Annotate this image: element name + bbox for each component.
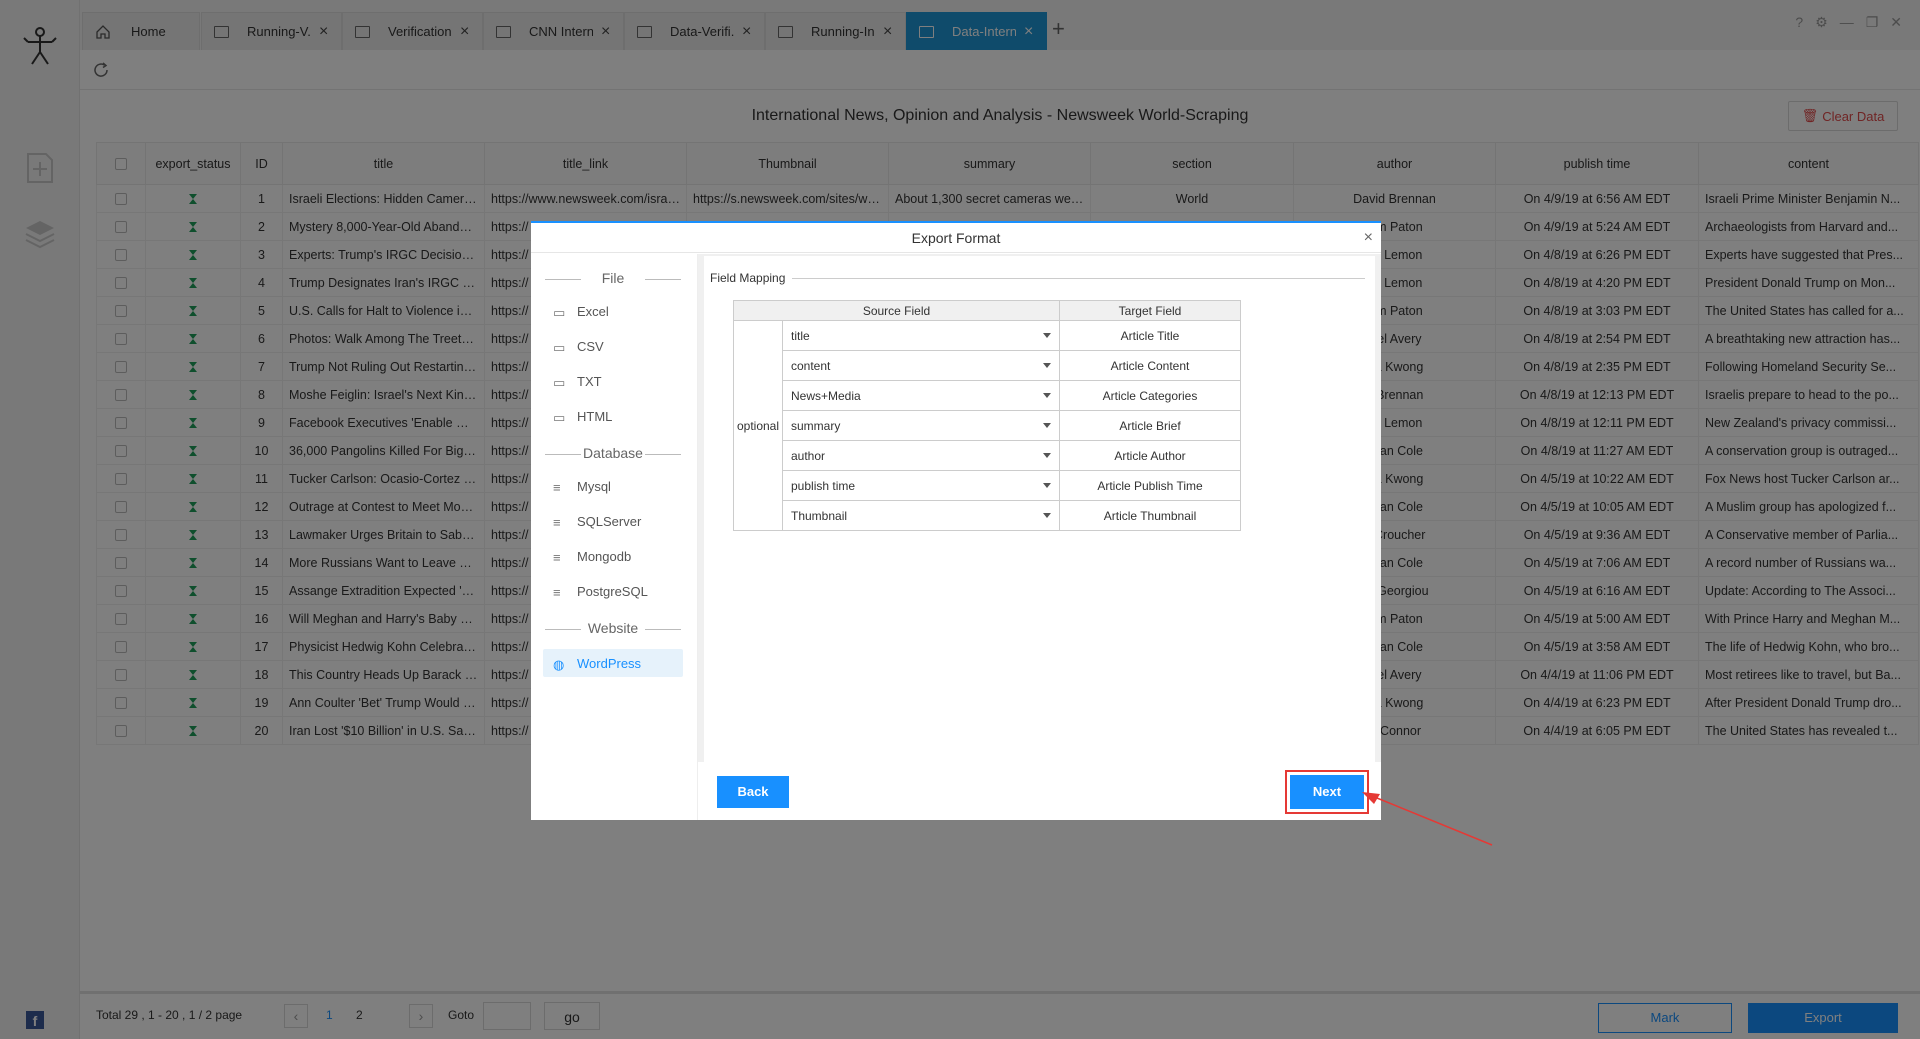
source-field-value: publish time <box>791 478 856 493</box>
format-sidebar: File ▭ Excel ▭ CSV ▭ TXT ▭ HTML Database ≡ My… <box>531 254 698 820</box>
format-label: WordPress <box>577 655 642 671</box>
database-icon: ≡ <box>553 585 561 600</box>
close-icon[interactable]: × <box>1364 223 1373 253</box>
mapping-row: publish time Article Publish Time <box>734 470 1241 501</box>
format-html[interactable]: ▭ HTML <box>543 402 683 430</box>
back-button[interactable]: Back <box>717 776 789 808</box>
source-field-value: title <box>791 328 810 343</box>
dropdown-arrow-icon <box>1043 423 1051 428</box>
target-field: Article Author <box>1059 440 1241 471</box>
source-field-select[interactable]: News+Media <box>782 380 1060 411</box>
mapping-row: News+Media Article Categories <box>734 380 1241 411</box>
source-field-value: News+Media <box>791 388 861 403</box>
dialog-footer: Back Next <box>698 762 1381 820</box>
source-field-value: summary <box>791 418 841 433</box>
format-excel[interactable]: ▭ Excel <box>543 297 683 325</box>
target-field: Article Thumbnail <box>1059 500 1241 531</box>
divider <box>792 278 1365 279</box>
target-field: Article Categories <box>1059 380 1241 411</box>
dropdown-arrow-icon <box>1043 513 1051 518</box>
file-icon: ▭ <box>553 340 566 355</box>
section-website: Website <box>543 620 683 636</box>
mapping-row: content Article Content <box>734 350 1241 381</box>
globe-icon: ◍ <box>553 657 565 672</box>
target-field: Article Brief <box>1059 410 1241 441</box>
format-label: HTML <box>577 408 613 424</box>
mapping-row: optional title Article Title <box>733 320 1241 531</box>
source-field-select[interactable]: author <box>782 440 1060 471</box>
format-postgresql[interactable]: ≡ PostgreSQL <box>543 577 683 605</box>
mapping-row: author Article Author <box>734 440 1241 471</box>
dropdown-arrow-icon <box>1043 483 1051 488</box>
dropdown-arrow-icon <box>1043 393 1051 398</box>
source-field-select[interactable]: publish time <box>782 470 1060 501</box>
next-button-highlight: Next <box>1285 770 1369 814</box>
source-field-select[interactable]: title <box>782 320 1060 351</box>
dropdown-arrow-icon <box>1043 363 1051 368</box>
target-field: Article Title <box>1059 320 1241 351</box>
target-field: Article Publish Time <box>1059 470 1241 501</box>
export-format-dialog: Export Format × File ▭ Excel ▭ CSV ▭ TXT ▭ H… <box>531 221 1381 820</box>
format-label: SQLServer <box>577 513 642 529</box>
source-field-select[interactable]: content <box>782 350 1060 381</box>
dialog-title-bar: Export Format × <box>531 223 1381 253</box>
format-sqlserver[interactable]: ≡ SQLServer <box>543 507 683 535</box>
dialog-title: Export Format <box>911 230 1001 246</box>
format-label: Excel <box>577 303 609 319</box>
source-field-value: content <box>791 358 831 373</box>
source-field-value: author <box>791 448 826 463</box>
dropdown-arrow-icon <box>1043 333 1051 338</box>
optional-label: optional <box>733 320 783 531</box>
format-label: TXT <box>577 373 602 389</box>
mapping-area: Field Mapping Source Field Target Field … <box>698 254 1381 820</box>
mapping-header-row: Source Field Target Field <box>733 300 1241 321</box>
source-field-value: Thumbnail <box>791 508 848 523</box>
database-icon: ≡ <box>553 550 561 565</box>
section-database: Database <box>543 445 683 461</box>
mapping-row: Thumbnail Article Thumbnail <box>734 500 1241 531</box>
field-mapping-table: Source Field Target Field optional title A… <box>733 300 1241 531</box>
source-field-select[interactable]: Thumbnail <box>782 500 1060 531</box>
section-file: File <box>543 270 683 286</box>
format-csv[interactable]: ▭ CSV <box>543 332 683 360</box>
database-icon: ≡ <box>553 515 561 530</box>
format-label: CSV <box>577 338 604 354</box>
mapping-panel: Field Mapping Source Field Target Field … <box>704 256 1375 764</box>
dropdown-arrow-icon <box>1043 453 1051 458</box>
target-field: Article Content <box>1059 350 1241 381</box>
mapping-row: summary Article Brief <box>734 410 1241 441</box>
format-wordpress[interactable]: ◍ WordPress <box>543 649 683 677</box>
file-icon: ▭ <box>553 410 566 425</box>
format-label: PostgreSQL <box>577 583 648 599</box>
target-field-header: Target Field <box>1059 300 1241 321</box>
source-field-header: Source Field <box>733 300 1060 321</box>
format-mysql[interactable]: ≡ Mysql <box>543 472 683 500</box>
database-icon: ≡ <box>553 480 561 495</box>
file-icon: ▭ <box>553 375 566 390</box>
format-mongodb[interactable]: ≡ Mongodb <box>543 542 683 570</box>
next-button[interactable]: Next <box>1290 775 1364 809</box>
format-label: Mongodb <box>577 548 632 564</box>
field-mapping-title: Field Mapping <box>710 271 786 285</box>
file-icon: ▭ <box>553 305 566 320</box>
format-label: Mysql <box>577 478 611 494</box>
source-field-select[interactable]: summary <box>782 410 1060 441</box>
format-txt[interactable]: ▭ TXT <box>543 367 683 395</box>
annotation-arrow <box>1362 792 1493 846</box>
